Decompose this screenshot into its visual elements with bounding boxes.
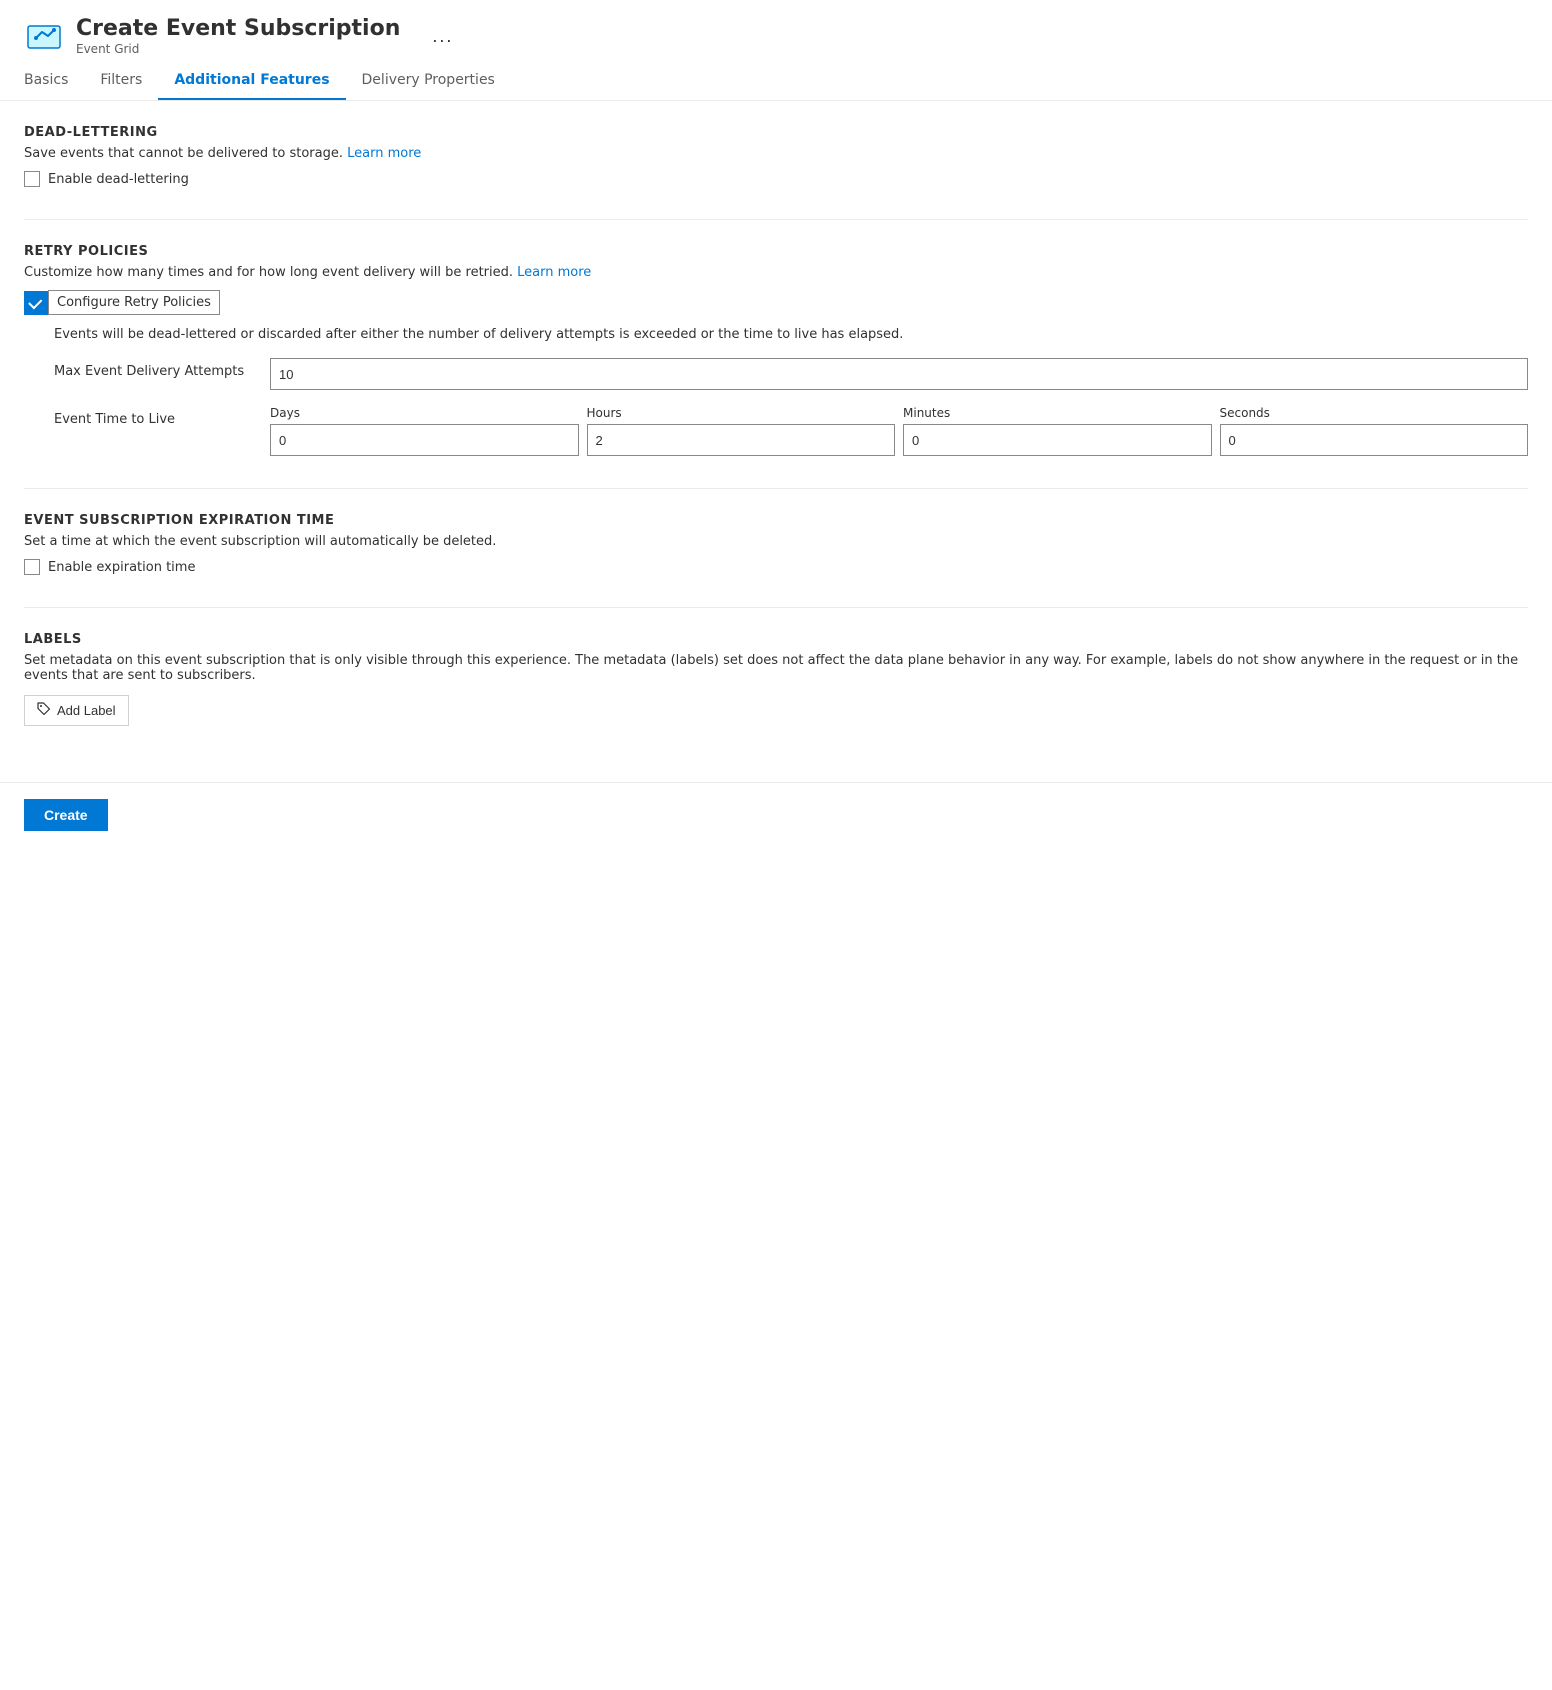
dead-lettering-desc: Save events that cannot be delivered to … [24,146,1528,161]
expiration-section: EVENT SUBSCRIPTION EXPIRATION TIME Set a… [24,513,1528,575]
seconds-input[interactable] [1220,424,1529,456]
expiration-checkbox-row: Enable expiration time [24,559,1528,575]
days-input[interactable] [270,424,579,456]
dead-lettering-title: DEAD-LETTERING [24,125,1528,140]
create-button[interactable]: Create [24,799,108,831]
more-options-button[interactable]: ... [424,22,461,51]
max-delivery-field: Max Event Delivery Attempts [24,358,1528,390]
page-title: Create Event Subscription [76,16,400,42]
max-delivery-input-wrapper [270,358,1528,390]
tab-filters[interactable]: Filters [84,64,158,100]
tab-additional-features[interactable]: Additional Features [158,64,345,100]
labels-title: LABELS [24,632,1528,647]
tabs-nav: Basics Filters Additional Features Deliv… [24,64,1528,100]
app-icon [24,16,64,56]
tab-basics[interactable]: Basics [24,64,84,100]
retry-policies-section: RETRY POLICIES Customize how many times … [24,244,1528,456]
retry-policies-desc: Customize how many times and for how lon… [24,265,1528,280]
footer: Create [0,782,1552,847]
time-inputs: Days Hours Minutes Seconds [270,406,1528,456]
labels-desc: Set metadata on this event subscription … [24,653,1528,683]
seconds-label: Seconds [1220,406,1529,420]
expiration-checkbox[interactable] [24,559,40,575]
divider-2 [24,488,1528,489]
configure-retry-label: Configure Retry Policies [48,290,220,315]
main-content: DEAD-LETTERING Save events that cannot b… [0,101,1552,782]
retry-policies-learn-more-link[interactable]: Learn more [517,265,591,280]
dead-lettering-checkbox-label: Enable dead-lettering [48,172,189,187]
hours-label: Hours [587,406,896,420]
configure-retry-row: Configure Retry Policies [24,290,1528,315]
minutes-input[interactable] [903,424,1212,456]
time-fields [270,424,1528,456]
configure-retry-checkbox[interactable] [24,291,48,315]
time-labels: Days Hours Minutes Seconds [270,406,1528,420]
dead-lettering-section: DEAD-LETTERING Save events that cannot b… [24,125,1528,187]
hours-input[interactable] [587,424,896,456]
dead-lettering-learn-more-link[interactable]: Learn more [347,146,421,161]
minutes-label: Minutes [903,406,1212,420]
event-ttl-label: Event Time to Live [54,406,254,427]
add-label-text: Add Label [57,703,116,718]
retry-policies-title: RETRY POLICIES [24,244,1528,259]
max-delivery-label: Max Event Delivery Attempts [54,358,254,379]
event-ttl-field: Event Time to Live Days Hours Minutes Se… [24,406,1528,456]
page-subtitle: Event Grid [76,42,400,56]
add-label-button[interactable]: Add Label [24,695,129,726]
add-label-icon [37,702,51,719]
tab-delivery-properties[interactable]: Delivery Properties [346,64,511,100]
divider-3 [24,607,1528,608]
divider-1 [24,219,1528,220]
labels-section: LABELS Set metadata on this event subscr… [24,632,1528,726]
max-delivery-input[interactable] [270,358,1528,390]
page-wrapper: Create Event Subscription Event Grid ...… [0,0,1552,847]
expiration-title: EVENT SUBSCRIPTION EXPIRATION TIME [24,513,1528,528]
dead-lettering-checkbox-row: Enable dead-lettering [24,171,1528,187]
dead-lettering-checkbox[interactable] [24,171,40,187]
header-top: Create Event Subscription Event Grid ... [24,16,1528,56]
header: Create Event Subscription Event Grid ...… [0,0,1552,101]
expiration-checkbox-label: Enable expiration time [48,560,195,575]
title-group: Create Event Subscription Event Grid [76,16,400,56]
days-label: Days [270,406,579,420]
events-note: Events will be dead-lettered or discarde… [24,327,1528,342]
expiration-desc: Set a time at which the event subscripti… [24,534,1528,549]
